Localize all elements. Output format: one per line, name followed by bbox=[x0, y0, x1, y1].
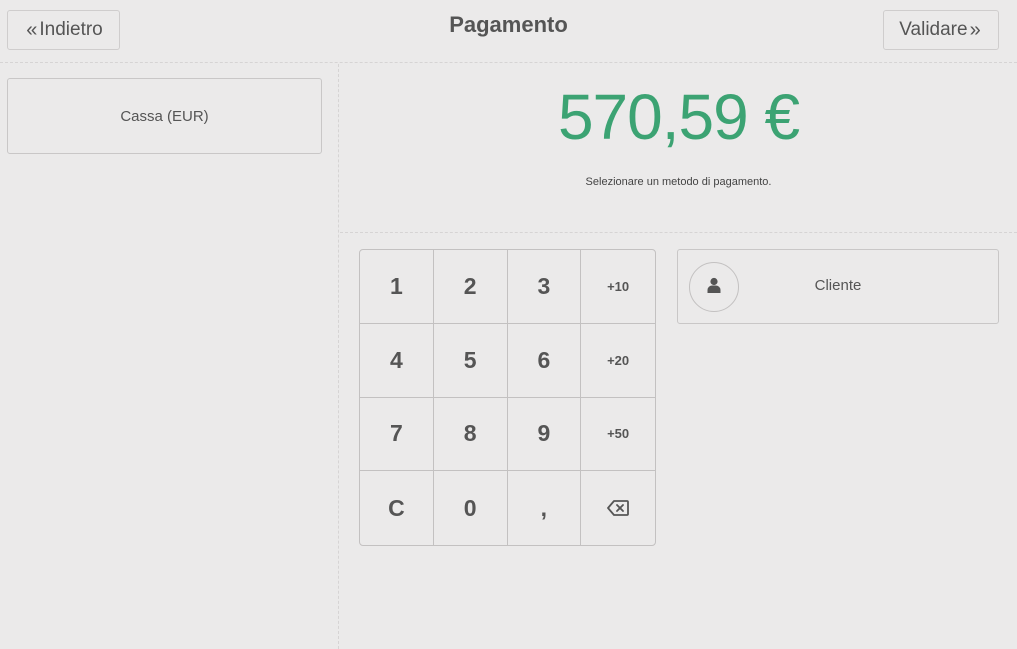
top-bar: « Indietro Pagamento Validare » bbox=[0, 0, 1017, 63]
backspace-icon bbox=[607, 495, 630, 522]
validate-button-label: Validare bbox=[899, 19, 968, 40]
numpad-key-8[interactable]: 8 bbox=[433, 397, 508, 472]
customer-label: Cliente bbox=[814, 277, 862, 294]
numpad-key-0[interactable]: 0 bbox=[434, 471, 508, 545]
numpad-key-plus-10[interactable]: +10 bbox=[581, 250, 655, 324]
payment-method-label: Cassa (EUR) bbox=[120, 107, 209, 125]
payment-hint: Selezionare un metodo di pagamento. bbox=[585, 176, 772, 188]
amount-area: 570,59 € Selezionare un metodo di pagame… bbox=[340, 64, 1017, 233]
amount-due: 570,59 € bbox=[557, 81, 800, 153]
numpad-key-plus-50[interactable]: +50 bbox=[581, 398, 655, 472]
numpad-key-3[interactable]: 3 bbox=[507, 250, 582, 324]
payment-methods-pane: Cassa (EUR) bbox=[0, 64, 339, 649]
numpad-key-7[interactable]: 7 bbox=[360, 397, 434, 472]
validate-button[interactable]: Validare » bbox=[883, 10, 999, 50]
numpad: 1 2 3 +10 4 5 6 +20 7 8 9 +50 C 0 , bbox=[359, 249, 656, 546]
numpad-key-6[interactable]: 6 bbox=[507, 323, 582, 398]
numpad-key-5[interactable]: 5 bbox=[433, 323, 508, 398]
numpad-key-9[interactable]: 9 bbox=[507, 397, 582, 472]
numpad-key-1[interactable]: 1 bbox=[360, 250, 434, 324]
numpad-key-2[interactable]: 2 bbox=[433, 250, 508, 324]
chevron-double-right-icon: » bbox=[969, 18, 981, 41]
page-title: Pagamento bbox=[449, 12, 568, 37]
numpad-key-clear[interactable]: C bbox=[360, 471, 434, 545]
payment-pane: 570,59 € Selezionare un metodo di pagame… bbox=[340, 64, 1017, 649]
payment-method-cash[interactable]: Cassa (EUR) bbox=[7, 78, 322, 154]
numpad-key-4[interactable]: 4 bbox=[360, 323, 434, 398]
numpad-key-backspace[interactable] bbox=[581, 471, 655, 545]
numpad-key-decimal[interactable]: , bbox=[508, 471, 582, 545]
customer-button[interactable]: Cliente bbox=[677, 249, 999, 324]
numpad-key-plus-20[interactable]: +20 bbox=[581, 324, 655, 398]
